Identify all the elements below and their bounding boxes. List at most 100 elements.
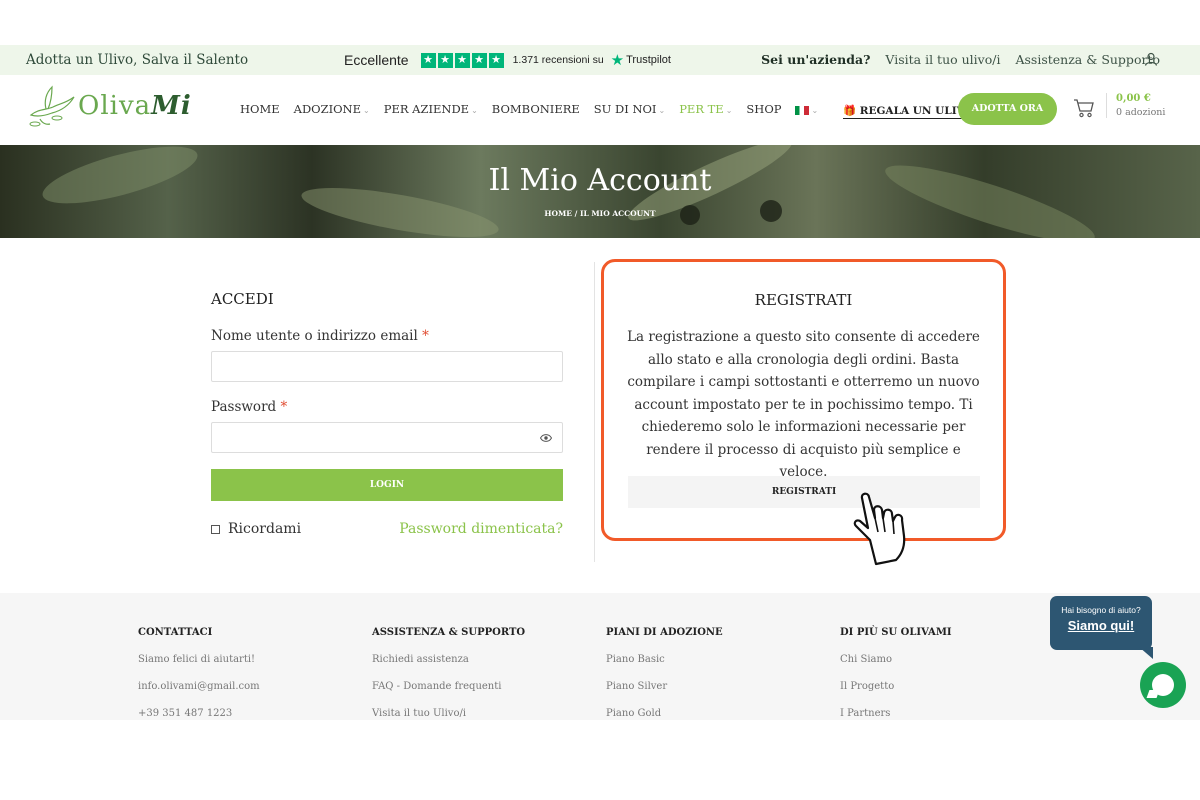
- cart-price: 0,00 €: [1116, 93, 1151, 104]
- required-mark: *: [422, 328, 429, 344]
- bubble-tail: [1139, 647, 1153, 659]
- register-panel: REGISTRATI La registrazione a questo sit…: [601, 259, 1006, 541]
- trustpilot-star-icon: ★: [610, 52, 625, 69]
- username-label: Nome utente o indirizzo email *: [211, 328, 563, 344]
- site-footer: CONTATTACI Siamo felici di aiutarti! inf…: [0, 593, 1200, 720]
- star-icon: ★: [471, 52, 487, 68]
- help-bubble[interactable]: Hai bisogno di aiuto? Siamo qui!: [1050, 596, 1153, 659]
- forgot-password-link[interactable]: Password dimenticata?: [399, 521, 563, 537]
- chevron-down-icon: ⌄: [658, 106, 666, 115]
- footer-col-about: DI PIÙ SU OLIVAMI Chi Siamo Il Progetto …: [840, 627, 952, 719]
- footer-phone-link[interactable]: +39 351 487 1223: [138, 708, 260, 719]
- top-links: Sei un'azienda? Visita il tuo ulivo/i As…: [761, 52, 1160, 67]
- column-divider: [594, 262, 595, 562]
- footer-link[interactable]: Visita il tuo Ulivo/i: [372, 708, 525, 719]
- required-mark: *: [280, 399, 288, 415]
- gift-olive-link[interactable]: 🎁 REGALA UN ULIVO: [843, 104, 974, 119]
- trustpilot-stars: ★ ★ ★ ★ ★: [420, 52, 504, 68]
- star-icon: ★: [454, 52, 470, 68]
- remember-me[interactable]: Ricordami: [211, 521, 301, 537]
- top-bar: Adotta un Ulivo, Salva il Salento Eccell…: [0, 45, 1200, 75]
- business-link[interactable]: Sei un'azienda?: [761, 52, 870, 67]
- adopt-now-button[interactable]: ADOTTA ORA: [958, 93, 1057, 125]
- eye-icon[interactable]: [540, 433, 552, 443]
- trustpilot-rating-label: Eccellente: [344, 52, 409, 68]
- chevron-down-icon: ⌄: [471, 106, 478, 115]
- nav-adozione[interactable]: ADOZIONE ⌄: [294, 102, 370, 116]
- cart-count: 0 adozioni: [1116, 107, 1166, 118]
- footer-link[interactable]: Il Progetto: [840, 681, 952, 692]
- trustpilot-brand: Trustpilot: [626, 54, 671, 66]
- register-title: REGISTRATI: [754, 291, 853, 309]
- footer-col-title: DI PIÙ SU OLIVAMI: [840, 627, 952, 638]
- page-hero: Il Mio Account HOME / IL MIO ACCOUNT: [0, 145, 1200, 238]
- breadcrumb[interactable]: HOME / IL MIO ACCOUNT: [0, 209, 1200, 218]
- footer-col-title: CONTATTACI: [138, 627, 213, 638]
- help-link[interactable]: Siamo qui!: [1050, 618, 1152, 633]
- nav-per-te-label: PER TE: [679, 102, 724, 116]
- footer-col-title: PIANI DI ADOZIONE: [606, 627, 723, 638]
- support-link[interactable]: Assistenza & Supporto: [1015, 52, 1160, 67]
- page-title: Il Mio Account: [488, 163, 712, 198]
- footer-link[interactable]: Piano Gold: [606, 708, 723, 719]
- footer-link[interactable]: FAQ - Domande frequenti: [372, 681, 525, 692]
- logo-text-main: Oliva: [78, 91, 152, 121]
- password-input[interactable]: [211, 422, 563, 453]
- chevron-down-icon: ⌄: [811, 106, 819, 115]
- italy-flag-icon: [795, 105, 810, 115]
- nav-shop[interactable]: SHOP: [746, 102, 781, 116]
- star-icon: ★: [437, 52, 453, 68]
- footer-link[interactable]: Richiedi assistenza: [372, 654, 525, 665]
- username-label-text: Nome utente o indirizzo email: [211, 328, 418, 344]
- star-icon: ★: [488, 52, 504, 68]
- nav-su-di-noi-label: SU DI NOI: [593, 102, 657, 116]
- footer-email-link[interactable]: info.olivami@gmail.com: [138, 681, 260, 692]
- main-nav: HOME ADOZIONE ⌄ PER AZIENDE ⌄ BOMBONIERE S…: [240, 102, 818, 116]
- help-question: Hai bisogno di aiuto?: [1061, 605, 1141, 615]
- pointer-hand-icon: [853, 492, 906, 566]
- login-button[interactable]: LOGIN: [211, 469, 563, 501]
- language-switcher[interactable]: ⌄: [795, 102, 818, 116]
- trustpilot-logo: ★ Trustpilot: [611, 51, 671, 69]
- password-label-text: Password: [211, 399, 277, 415]
- chat-bubble-tail: [1146, 690, 1160, 698]
- username-input[interactable]: [211, 351, 563, 382]
- trustpilot-widget[interactable]: Eccellente ★ ★ ★ ★ ★ 1.371 recensioni su…: [344, 51, 671, 69]
- site-header: OlivaMi HOME ADOZIONE ⌄ PER AZIENDE ⌄ BOMB…: [0, 75, 1200, 145]
- nav-per-aziende[interactable]: PER AZIENDE ⌄: [384, 102, 478, 116]
- footer-col-support: ASSISTENZA & SUPPORTO Richiedi assistenz…: [372, 627, 525, 719]
- footer-link[interactable]: Chi Siamo: [840, 654, 952, 665]
- footer-col-contacts: CONTATTACI Siamo felici di aiutarti! inf…: [138, 627, 260, 719]
- site-logo[interactable]: OlivaMi: [26, 83, 192, 129]
- footer-link[interactable]: I Partners: [840, 708, 952, 719]
- chevron-down-icon: ⌄: [725, 106, 733, 115]
- star-icon: ★: [420, 52, 436, 68]
- cart-icon[interactable]: [1073, 98, 1095, 118]
- login-title: ACCEDI: [211, 290, 274, 308]
- register-button[interactable]: REGISTRATI: [628, 476, 980, 508]
- nav-per-aziende-label: PER AZIENDE: [383, 102, 470, 116]
- remember-checkbox[interactable]: [211, 524, 220, 534]
- nav-bomboniere[interactable]: BOMBONIERE: [492, 102, 580, 116]
- remember-label: Ricordami: [228, 521, 302, 537]
- user-icon[interactable]: [1144, 52, 1158, 66]
- footer-link[interactable]: Piano Silver: [606, 681, 723, 692]
- nav-per-te[interactable]: PER TE ⌄: [679, 102, 732, 116]
- footer-link: Siamo felici di aiutarti!: [138, 654, 256, 665]
- chevron-down-icon: ⌄: [363, 106, 370, 115]
- password-label: Password *: [211, 399, 563, 415]
- visit-olive-link[interactable]: Visita il tuo ulivo/i: [885, 52, 1000, 67]
- logo-text: OlivaMi: [78, 91, 192, 121]
- logo-text-italic: Mi: [151, 91, 192, 121]
- nav-adozione-label: ADOZIONE: [293, 102, 362, 116]
- footer-link[interactable]: Piano Basic: [606, 654, 723, 665]
- login-form: ACCEDI Nome utente o indirizzo email * P…: [211, 290, 563, 537]
- nav-home[interactable]: HOME: [240, 102, 280, 116]
- footer-col-title: ASSISTENZA & SUPPORTO: [372, 627, 526, 638]
- register-description: La registrazione a questo sito consente …: [627, 329, 980, 480]
- nav-su-di-noi[interactable]: SU DI NOI ⌄: [594, 102, 665, 116]
- chat-button[interactable]: [1140, 662, 1186, 708]
- cart-summary[interactable]: 0,00 € 0 adozioni: [1106, 93, 1165, 118]
- trustpilot-reviews: 1.371 recensioni su: [512, 54, 604, 66]
- tagline: Adotta un Ulivo, Salva il Salento: [26, 52, 249, 68]
